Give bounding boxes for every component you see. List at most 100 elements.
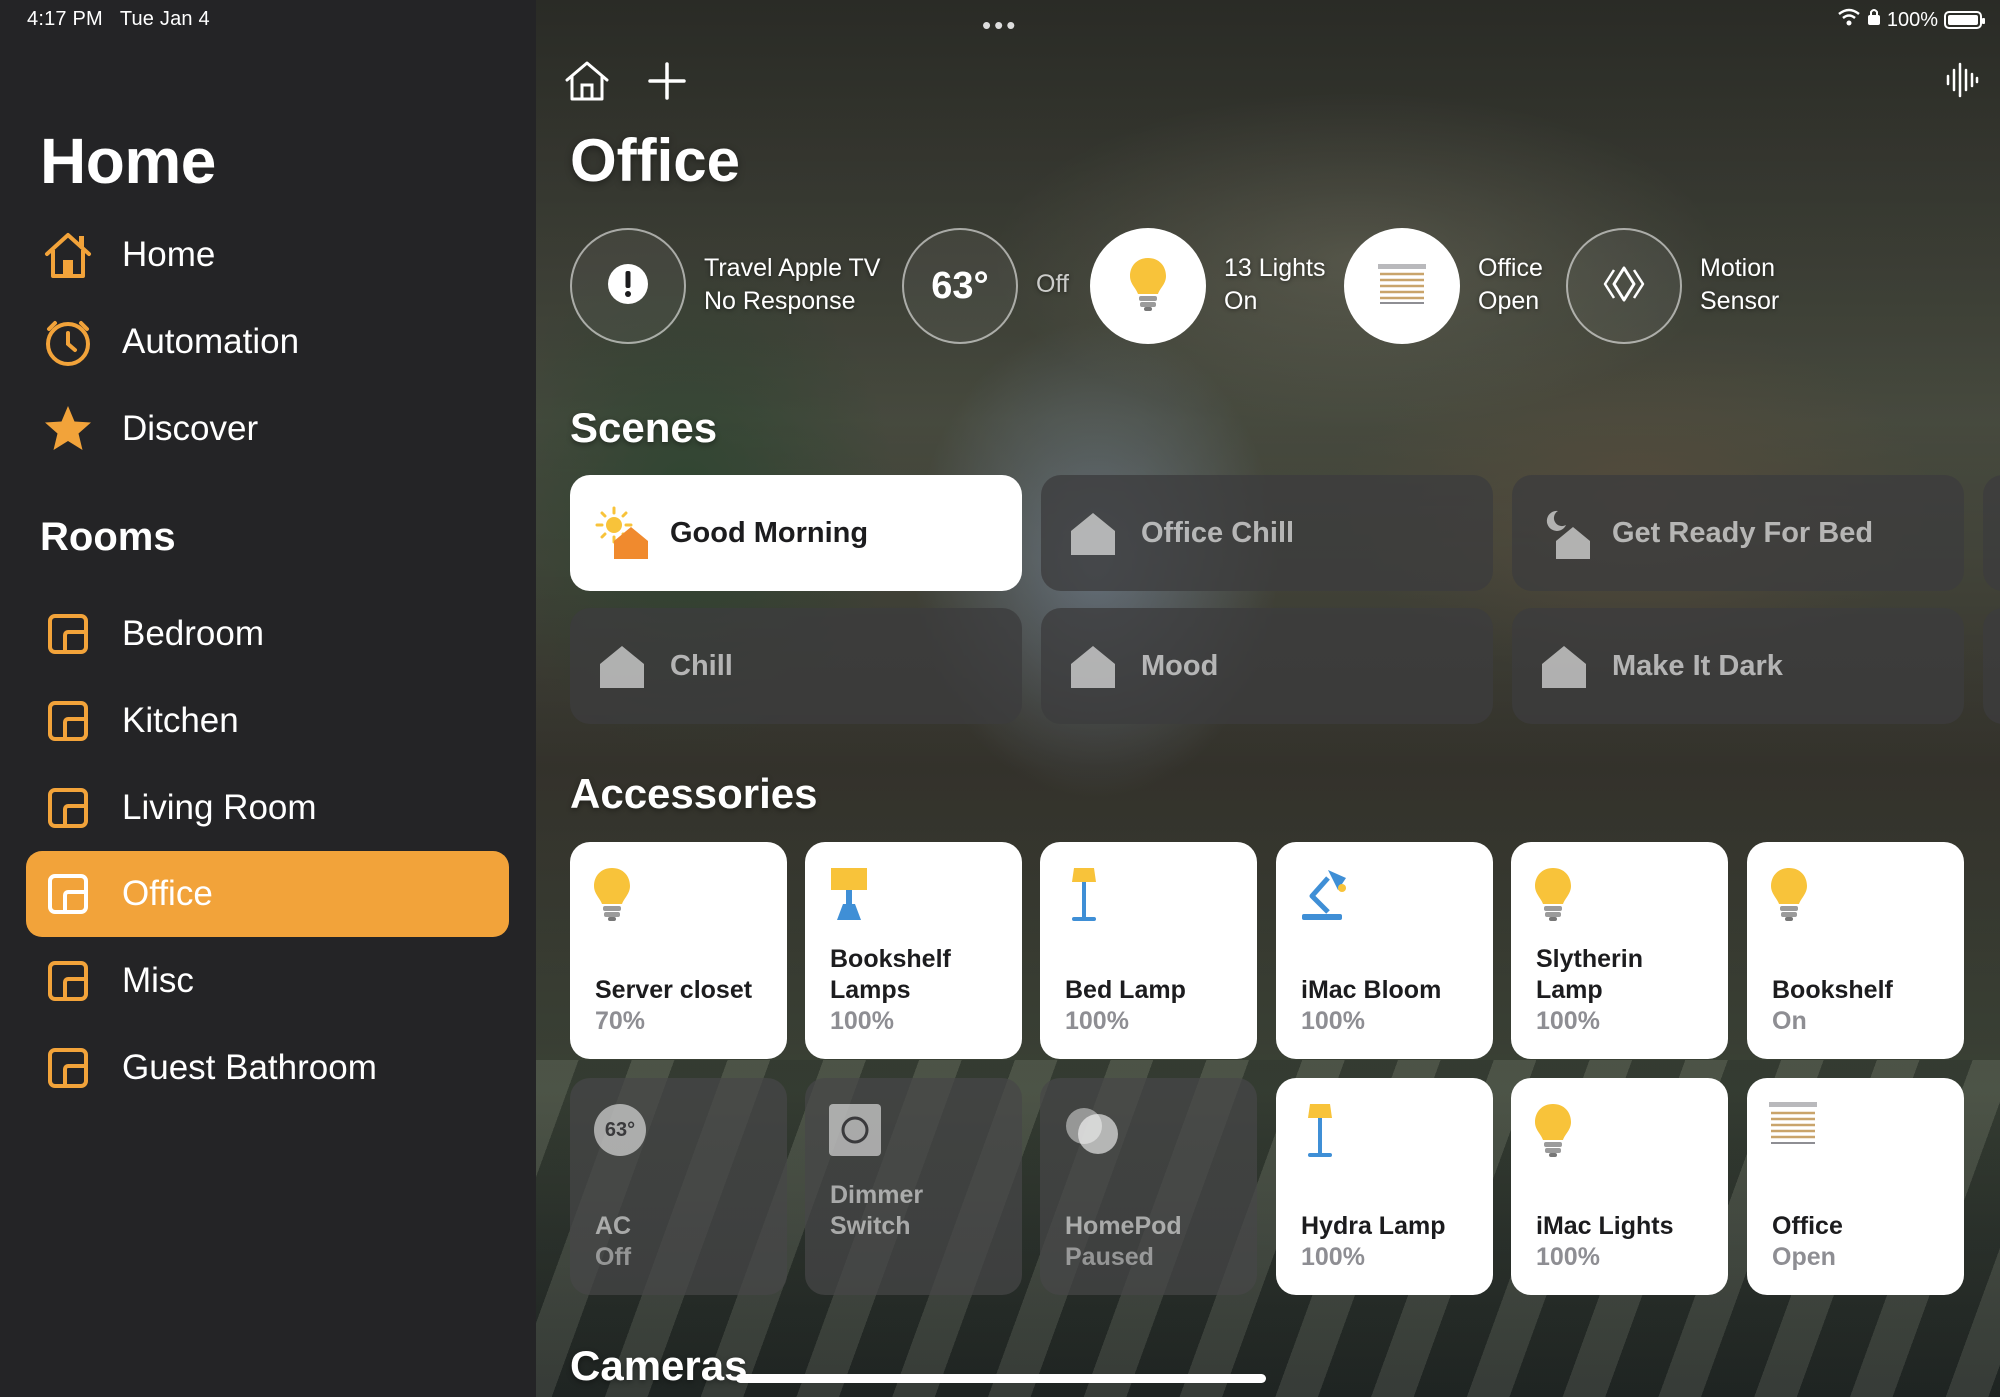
blinds-icon — [1769, 1102, 1825, 1158]
scene-label: Office Chill — [1141, 516, 1295, 549]
siri-button[interactable] — [1944, 62, 1980, 103]
scene-label: Good Morning — [670, 516, 869, 549]
status-apple-tv[interactable] — [570, 228, 686, 344]
house-outline-icon — [564, 60, 610, 107]
accessory-bookshelf[interactable]: Bookshelf On — [1747, 842, 1964, 1059]
accessory-state: Off — [595, 1243, 632, 1271]
status-line2: On — [1224, 287, 1258, 315]
house-icon — [1065, 505, 1121, 561]
room-view: ••• 100% Office Travel Apple TV No Respo — [536, 0, 2000, 1397]
scene-office-chill[interactable]: Office Chill — [1041, 475, 1493, 591]
sidebar-item-label: Home — [122, 235, 216, 274]
accessory-bookshelf-lamps[interactable]: Bookshelf Lamps 100% — [805, 842, 1022, 1059]
table-lamp-icon — [827, 866, 883, 922]
blinds-icon — [1378, 263, 1426, 309]
accessory-hydra-lamp[interactable]: Hydra Lamp 100% — [1276, 1078, 1493, 1295]
home-button[interactable] — [560, 56, 614, 110]
accessory-office-blinds[interactable]: Office Open — [1747, 1078, 1964, 1295]
scene-label: Get Ready For Bed — [1612, 516, 1874, 549]
multitask-handle[interactable]: ••• — [982, 10, 1018, 41]
sidebar-item-living-room[interactable]: Living Room — [26, 765, 509, 851]
room-icon — [40, 693, 96, 749]
scene-get-ready-for-bed[interactable]: Get Ready For Bed — [1512, 475, 1964, 591]
sidebar-item-label: Bedroom — [122, 614, 265, 653]
status-line1: Motion — [1700, 254, 1776, 282]
status-line1: Travel Apple TV — [704, 254, 881, 282]
sidebar-item-home[interactable]: Home — [26, 212, 509, 298]
status-lights[interactable] — [1090, 228, 1206, 344]
lightbulb-icon — [1533, 1102, 1589, 1158]
sidebar-item-label: Guest Bathroom — [122, 1048, 377, 1087]
sidebar-item-bedroom[interactable]: Bedroom — [26, 591, 509, 677]
accessory-homepod[interactable]: HomePod Paused — [1040, 1078, 1257, 1295]
sidebar-item-label: Automation — [122, 322, 300, 361]
accessory-server-closet[interactable]: Server closet 70% — [570, 842, 787, 1059]
lightbulb-icon — [1533, 866, 1589, 922]
accessory-slytherin-lamp[interactable]: Slytherin Lamp 100% — [1511, 842, 1728, 1059]
desk-lamp-icon — [1298, 866, 1354, 922]
accessory-name: Hydra Lamp — [1301, 1212, 1446, 1240]
accessory-name: Bookshelf Lamps — [830, 945, 951, 1004]
status-temperature[interactable]: 63° — [902, 228, 1018, 344]
status-line1: Off — [1036, 270, 1069, 298]
accessory-ac[interactable]: 63° AC Off — [570, 1078, 787, 1295]
scene-good-morning[interactable]: Good Morning — [570, 475, 1022, 591]
status-line1: 13 Lights — [1224, 254, 1326, 282]
status-lights-label: 13 Lights On — [1224, 252, 1325, 318]
battery-percent: 100% — [1886, 8, 1938, 31]
accessory-state: 100% — [1301, 1243, 1365, 1271]
sidebar-title: Home — [40, 125, 216, 197]
lightbulb-icon — [592, 866, 648, 922]
status-time: 4:17 PM — [27, 8, 103, 30]
thermostat-value: 63° — [604, 1119, 636, 1141]
accessory-name: Dimmer Switch — [830, 1181, 924, 1240]
floor-lamp-icon — [1298, 1102, 1354, 1158]
scene-label: Chill — [670, 649, 733, 682]
accessory-imac-bloom[interactable]: iMac Bloom 100% — [1276, 842, 1493, 1059]
waveform-icon — [1944, 62, 1980, 102]
accessory-state: 100% — [830, 1007, 894, 1035]
status-line2: Open — [1478, 287, 1540, 315]
scene-mood[interactable]: Mood — [1041, 608, 1493, 724]
motion-sensor-icon — [1600, 260, 1648, 313]
status-apple-tv-label: Travel Apple TV No Response — [704, 252, 880, 318]
sidebar-item-office[interactable]: Office — [26, 851, 509, 937]
clock-icon — [40, 314, 96, 370]
status-motion-label: Motion Sensor — [1700, 252, 1779, 318]
status-time-date: 4:17 PM Tue Jan 4 — [27, 8, 210, 31]
status-blinds[interactable] — [1344, 228, 1460, 344]
cameras-heading: Cameras — [570, 1342, 748, 1389]
scene-label: Mood — [1141, 649, 1219, 682]
accessory-name: iMac Bloom — [1301, 976, 1442, 1004]
accessory-name: Server closet — [595, 976, 753, 1004]
accessory-state: Paused — [1065, 1243, 1154, 1271]
sidebar-item-misc[interactable]: Misc — [26, 938, 509, 1024]
sidebar-item-automation[interactable]: Automation — [26, 299, 509, 385]
accessory-state: On — [1772, 1007, 1807, 1035]
accessory-state: 100% — [1065, 1007, 1129, 1035]
add-button[interactable] — [640, 56, 694, 110]
scene-make-it-dark[interactable]: Make It Dark — [1512, 608, 1964, 724]
accessory-state: 100% — [1536, 1243, 1600, 1271]
scene-chill[interactable]: Chill — [570, 608, 1022, 724]
status-motion[interactable] — [1566, 228, 1682, 344]
sidebar-item-label: Kitchen — [122, 701, 239, 740]
sidebar-item-label: Office — [122, 874, 213, 913]
room-icon — [40, 953, 96, 1009]
accessory-imac-lights[interactable]: iMac Lights 100% — [1511, 1078, 1728, 1295]
accessory-bed-lamp[interactable]: Bed Lamp 100% — [1040, 842, 1257, 1059]
sidebar-item-guest-bathroom[interactable]: Guest Bathroom — [26, 1025, 509, 1111]
scenes-heading: Scenes — [570, 404, 718, 451]
wifi-icon — [1837, 8, 1861, 32]
accessory-dimmer-switch[interactable]: Dimmer Switch — [805, 1078, 1022, 1295]
sidebar-item-label: Living Room — [122, 788, 317, 827]
sidebar-item-kitchen[interactable]: Kitchen — [26, 678, 509, 764]
accessories-heading: Accessories — [570, 770, 818, 817]
scene-overflow[interactable] — [1983, 475, 2000, 591]
scene-overflow[interactable] — [1983, 608, 2000, 724]
thermostat-icon: 63° — [592, 1102, 648, 1158]
sidebar-item-discover[interactable]: Discover — [26, 386, 509, 472]
status-date: Tue Jan 4 — [119, 8, 210, 30]
house-icon — [1065, 638, 1121, 694]
home-indicator[interactable] — [736, 1374, 1266, 1383]
